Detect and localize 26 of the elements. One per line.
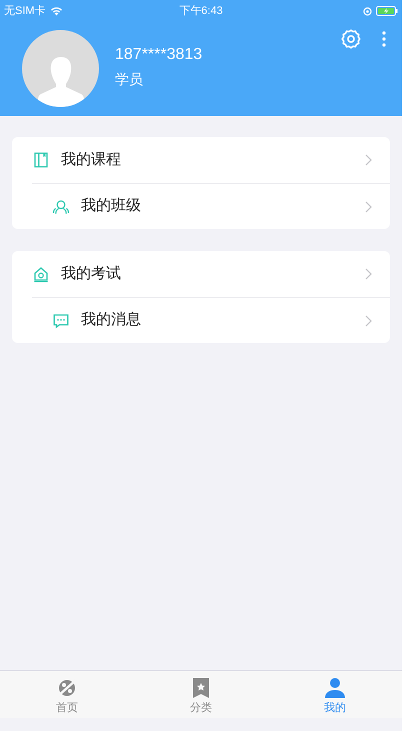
house-icon — [32, 265, 50, 283]
clock-text: 下午6:43 — [179, 4, 223, 19]
menu-label: 我的消息 — [81, 310, 141, 330]
role-label: 学员 — [115, 70, 144, 89]
wifi-icon — [50, 6, 63, 16]
battery-icon — [376, 6, 398, 16]
chevron-right-icon — [365, 154, 372, 166]
people-icon — [52, 198, 70, 216]
menu-item[interactable]: 我的消息 — [32, 297, 390, 343]
chevron-right-icon — [365, 268, 372, 280]
phone-number: 187****3813 — [115, 45, 202, 65]
menu-item[interactable]: 我的考试 — [12, 251, 390, 297]
bookmark-icon — [190, 676, 212, 698]
settings-icon[interactable] — [340, 28, 362, 50]
chat-icon — [52, 312, 70, 330]
person-icon — [324, 676, 346, 698]
menu-label: 我的课程 — [61, 150, 121, 170]
menu-item[interactable]: 我的班级 — [32, 183, 390, 229]
menu-item[interactable]: 我的课程 — [12, 137, 390, 183]
menu-label: 我的考试 — [61, 264, 121, 284]
more-icon[interactable] — [382, 31, 386, 47]
menu-label: 我的班级 — [81, 196, 141, 216]
chevron-right-icon — [365, 314, 372, 326]
carrier-text: 无SIM卡 — [4, 4, 46, 19]
chevron-right-icon — [365, 200, 372, 212]
book-icon — [32, 151, 50, 169]
